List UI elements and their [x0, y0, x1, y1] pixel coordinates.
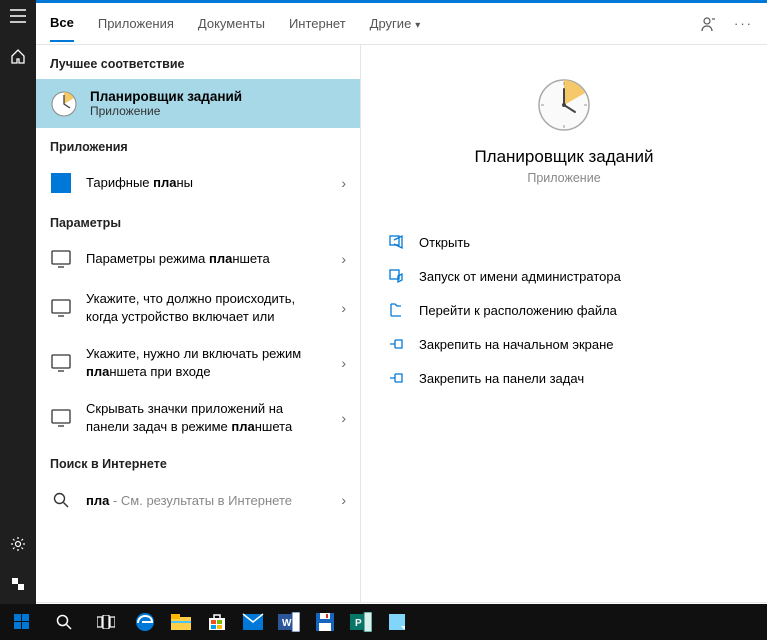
chevron-right-icon: ›	[341, 175, 346, 191]
chevron-right-icon: ›	[341, 251, 346, 267]
profile-icon[interactable]	[8, 574, 28, 594]
search-tabs: Все Приложения Документы Интернет Другие…	[36, 3, 767, 45]
web-search-item[interactable]: пла - См. результаты в Интернете ›	[36, 479, 360, 521]
task-scheduler-icon-large	[536, 77, 592, 133]
action-pin-taskbar[interactable]: Закрепить на панели задач	[381, 361, 747, 395]
notes-icon[interactable]	[382, 608, 412, 636]
tablet-icon	[50, 352, 72, 374]
word-icon[interactable]: W	[274, 608, 304, 636]
chevron-right-icon: ›	[341, 492, 346, 508]
feedback-icon[interactable]	[698, 15, 716, 33]
action-label: Перейти к расположению файла	[419, 303, 617, 318]
detail-panel: Планировщик заданий Приложение Открыть З…	[360, 45, 767, 602]
open-icon	[387, 233, 405, 251]
detail-subtitle: Приложение	[527, 171, 600, 185]
group-settings: Параметры	[36, 204, 360, 238]
save-icon[interactable]	[310, 608, 340, 636]
action-label: Открыть	[419, 235, 470, 250]
svg-text:P: P	[355, 618, 362, 629]
setting-item-hide-icons[interactable]: Скрывать значки приложений на панели зад…	[36, 390, 360, 445]
svg-text:W: W	[282, 618, 292, 629]
search-button[interactable]	[46, 605, 82, 639]
app-item-tariff-plans[interactable]: Тарифные планы ›	[36, 162, 360, 204]
group-web: Поиск в Интернете	[36, 445, 360, 479]
setting-item-device-on[interactable]: Укажите, что должно происходить, когда у…	[36, 280, 360, 335]
left-sidebar	[0, 0, 36, 640]
results-panel: Лучшее соответствие Планировщик заданий …	[36, 45, 360, 602]
task-scheduler-icon	[50, 90, 78, 118]
action-label: Закрепить на начальном экране	[419, 337, 614, 352]
tablet-icon	[50, 248, 72, 270]
best-match-item[interactable]: Планировщик заданий Приложение	[36, 79, 360, 128]
best-match-subtitle: Приложение	[90, 104, 242, 118]
publisher-icon[interactable]: P	[346, 608, 376, 636]
tab-web[interactable]: Интернет	[289, 6, 346, 41]
hamburger-icon[interactable]	[8, 6, 28, 26]
chevron-down-icon: ▾	[415, 20, 420, 31]
app-tile-icon	[50, 172, 72, 194]
tab-all[interactable]: Все	[50, 5, 74, 42]
home-icon[interactable]	[8, 46, 28, 66]
action-label: Закрепить на панели задач	[419, 371, 584, 386]
more-icon[interactable]: ···	[734, 16, 753, 31]
chevron-right-icon: ›	[341, 355, 346, 371]
edge-icon[interactable]	[130, 608, 160, 636]
action-pin-start[interactable]: Закрепить на начальном экране	[381, 327, 747, 361]
mail-icon[interactable]	[238, 608, 268, 636]
action-open[interactable]: Открыть	[381, 225, 747, 259]
chevron-right-icon: ›	[341, 300, 346, 316]
action-label: Запуск от имени администратора	[419, 269, 621, 284]
start-button[interactable]	[4, 605, 40, 639]
tab-apps[interactable]: Приложения	[98, 6, 174, 41]
setting-item-tablet-mode[interactable]: Параметры режима планшета ›	[36, 238, 360, 280]
chevron-right-icon: ›	[341, 410, 346, 426]
tablet-icon	[50, 297, 72, 319]
folder-icon	[387, 301, 405, 319]
tab-docs[interactable]: Документы	[198, 6, 265, 41]
gear-icon[interactable]	[8, 534, 28, 554]
tablet-icon	[50, 407, 72, 429]
search-icon	[50, 489, 72, 511]
store-icon[interactable]	[202, 608, 232, 636]
file-explorer-icon[interactable]	[166, 608, 196, 636]
action-open-location[interactable]: Перейти к расположению файла	[381, 293, 747, 327]
best-match-title: Планировщик заданий	[90, 89, 242, 104]
tab-more[interactable]: Другие▾	[370, 6, 421, 41]
group-best-match: Лучшее соответствие	[36, 45, 360, 79]
action-run-admin[interactable]: Запуск от имени администратора	[381, 259, 747, 293]
pin-taskbar-icon	[387, 369, 405, 387]
shield-icon	[387, 267, 405, 285]
taskbar: W P	[0, 604, 767, 640]
task-view-button[interactable]	[88, 605, 124, 639]
pin-icon	[387, 335, 405, 353]
group-apps: Приложения	[36, 128, 360, 162]
detail-title: Планировщик заданий	[474, 147, 653, 167]
setting-item-tablet-signin[interactable]: Укажите, нужно ли включать режим планшет…	[36, 335, 360, 390]
